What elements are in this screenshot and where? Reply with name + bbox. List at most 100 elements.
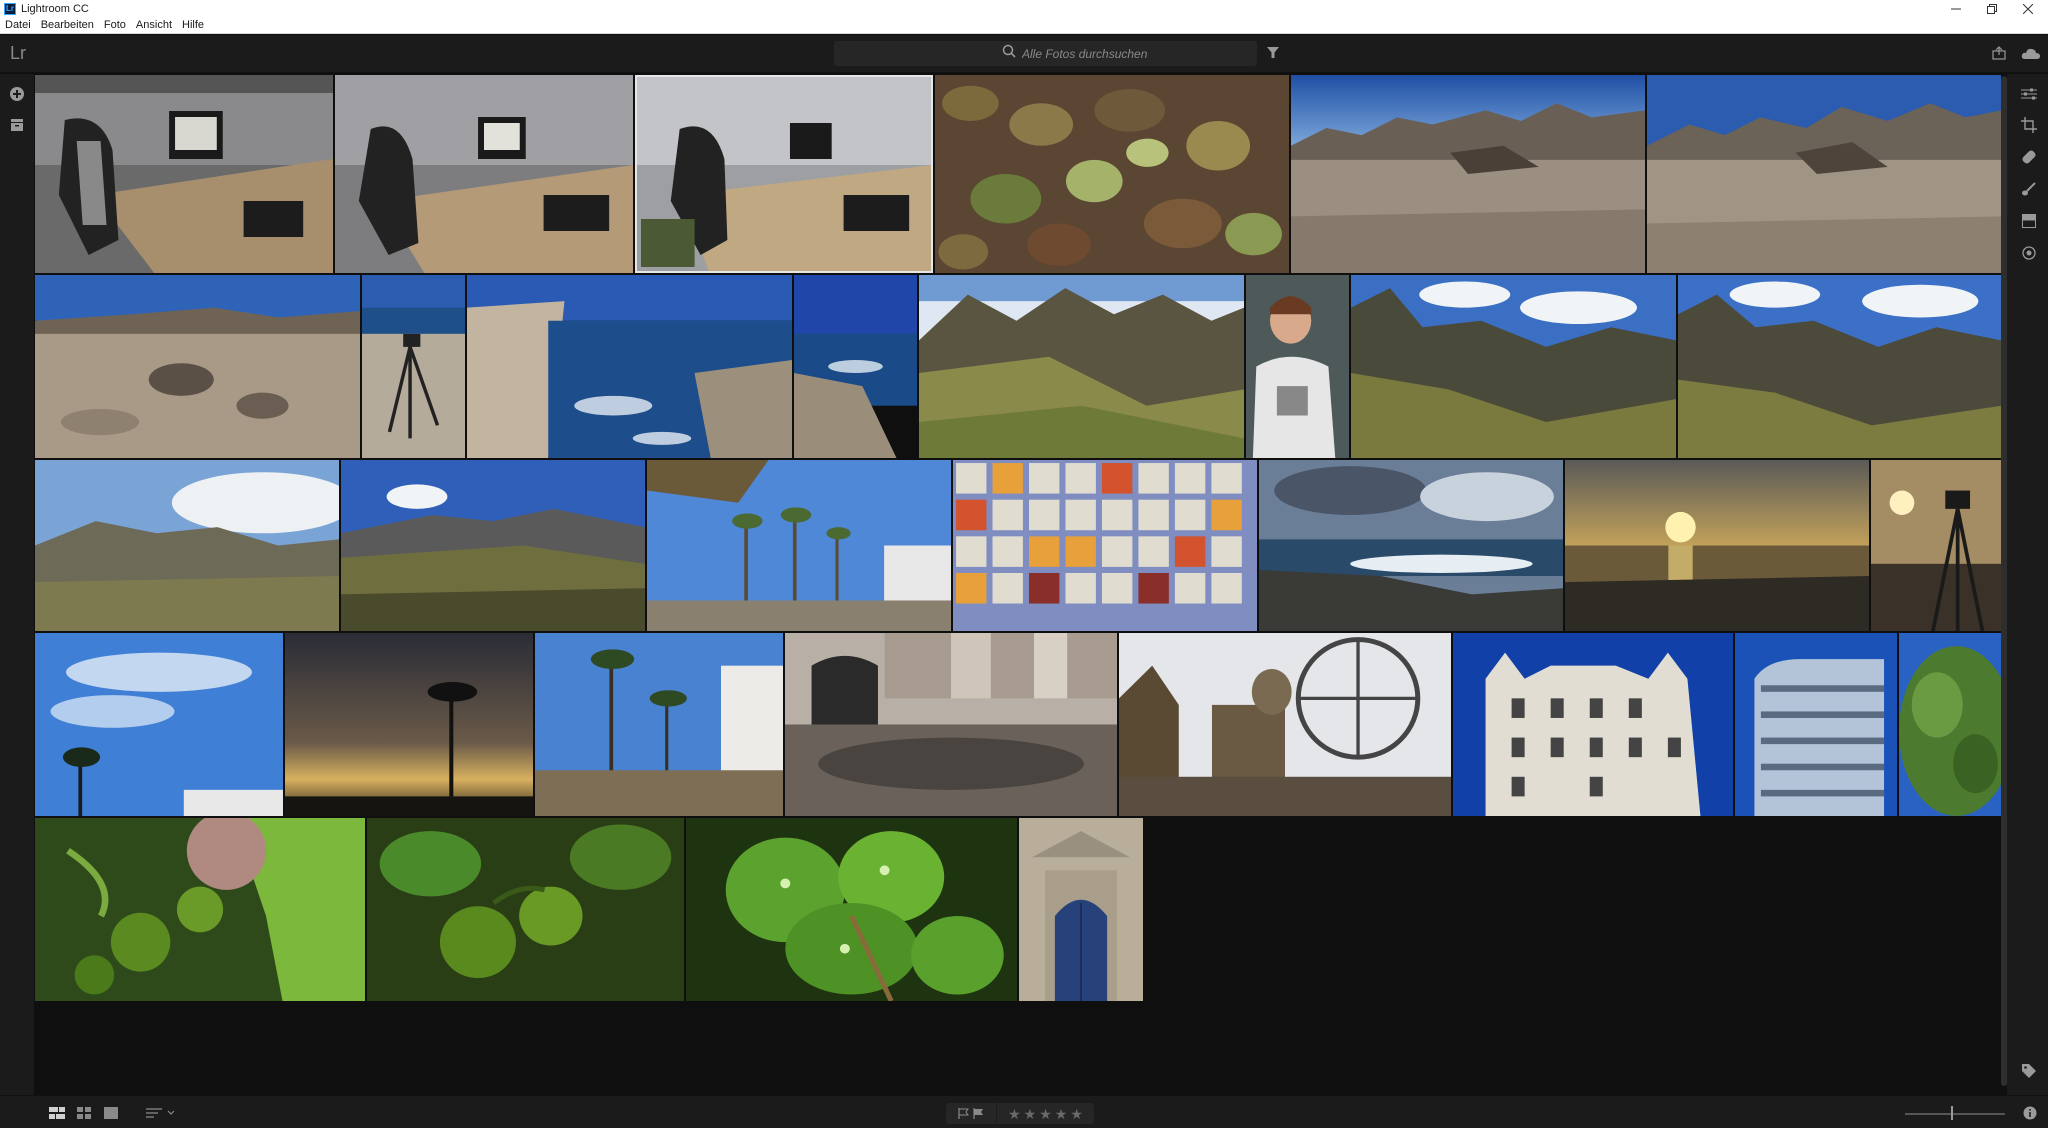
sort-button[interactable] <box>143 1104 179 1122</box>
volcanic-desert-1-thumbnail <box>1291 75 1645 273</box>
sort-icon <box>146 1108 175 1118</box>
crop-button[interactable] <box>2019 115 2039 135</box>
menu-foto[interactable]: Foto <box>104 19 126 31</box>
palm-silhouette-sunset-thumbnail <box>285 633 533 816</box>
star-4[interactable]: ★ <box>1055 1107 1068 1121</box>
photo-tile[interactable] <box>1291 75 1645 273</box>
info-button[interactable] <box>2020 1103 2040 1123</box>
photo-tile[interactable] <box>285 633 533 816</box>
maximize-button[interactable] <box>1974 0 2010 17</box>
menu-ansicht[interactable]: Ansicht <box>136 19 172 31</box>
crop-icon <box>2021 117 2037 133</box>
ornate-building-thumbnail <box>1453 633 1733 816</box>
square-grid-icon <box>77 1107 91 1119</box>
volcanic-desert-2-thumbnail <box>1647 75 2001 273</box>
photo-tile[interactable] <box>467 275 792 458</box>
thumbnail-size-slider[interactable] <box>1905 1113 2005 1115</box>
photo-tile[interactable] <box>1565 460 1869 631</box>
radial-gradient-button[interactable] <box>2019 243 2039 263</box>
hills-clouds-thumbnail <box>35 460 339 631</box>
reject-flag-icon[interactable] <box>973 1108 984 1119</box>
star-3[interactable]: ★ <box>1039 1107 1052 1121</box>
brush-icon <box>2022 182 2036 196</box>
search-input[interactable] <box>1022 41 1242 66</box>
star-2[interactable]: ★ <box>1024 1107 1037 1121</box>
photo-tile[interactable] <box>1899 633 2001 816</box>
photo-tile[interactable] <box>919 275 1244 458</box>
photo-tile[interactable] <box>335 75 633 273</box>
detail-view-button[interactable] <box>102 1104 120 1122</box>
flag-group <box>946 1103 996 1124</box>
photo-grid-view-button[interactable] <box>48 1104 66 1122</box>
photo-tile[interactable] <box>35 633 283 816</box>
library-button[interactable] <box>7 115 27 135</box>
share-icon <box>1992 46 2006 60</box>
photo-tile[interactable] <box>35 75 333 273</box>
mountain-ridge-clouds-1-thumbnail <box>1351 275 1676 458</box>
camera-tripod-coast-thumbnail <box>362 275 465 458</box>
photo-tile[interactable] <box>35 818 365 1001</box>
right-rail <box>2007 74 2048 1095</box>
radial-gradient-icon <box>2022 246 2036 260</box>
green-tomatoes-2-thumbnail <box>367 818 684 1001</box>
photo-tile[interactable] <box>1259 460 1563 631</box>
photo-tile[interactable] <box>535 633 783 816</box>
window-titlebar: Lr Lightroom CC <box>0 0 2048 17</box>
photo-tile[interactable] <box>953 460 1257 631</box>
pick-flag-icon[interactable] <box>958 1108 969 1119</box>
photo-tile[interactable] <box>1647 75 2001 273</box>
square-grid-view-button[interactable] <box>75 1104 93 1122</box>
slider-handle[interactable] <box>1951 1106 1953 1120</box>
star-1[interactable]: ★ <box>1008 1107 1021 1121</box>
photo-tile[interactable] <box>35 275 360 458</box>
photo-grid-icon <box>49 1107 65 1119</box>
photo-tile[interactable] <box>1119 633 1451 816</box>
photo-tile[interactable] <box>1453 633 1733 816</box>
healing-icon <box>2022 150 2036 164</box>
close-button[interactable] <box>2010 0 2046 17</box>
town-square-concert-thumbnail <box>785 633 1117 816</box>
photo-tile[interactable] <box>1871 460 2001 631</box>
minimize-icon <box>1951 8 1961 9</box>
modern-curved-building-thumbnail <box>1735 633 1897 816</box>
photo-tile[interactable] <box>785 633 1117 816</box>
photo-tile[interactable] <box>686 818 1017 1001</box>
healing-button[interactable] <box>2019 147 2039 167</box>
photo-tile[interactable] <box>647 460 951 631</box>
photo-tile[interactable] <box>35 460 339 631</box>
photo-tile[interactable] <box>362 275 465 458</box>
app-header: Lr <box>0 35 2048 73</box>
mountain-ridge-clouds-2-thumbnail <box>1678 275 2001 458</box>
green-mountain-valley-thumbnail <box>919 275 1244 458</box>
wet-leaves-thumbnail <box>686 818 1017 1001</box>
woman-portrait-thumbnail <box>1246 275 1349 458</box>
photo-tile[interactable] <box>794 275 917 458</box>
photo-tile[interactable] <box>341 460 645 631</box>
brush-button[interactable] <box>2019 179 2039 199</box>
green-tomatoes-1-thumbnail <box>35 818 365 1001</box>
share-button[interactable] <box>1990 44 2008 62</box>
edit-button[interactable] <box>2019 84 2039 104</box>
menu-hilfe[interactable]: Hilfe <box>182 19 204 31</box>
photo-tile[interactable] <box>1735 633 1897 816</box>
add-photos-button[interactable] <box>7 84 27 104</box>
autumn-leaves-thumbnail <box>935 75 1289 273</box>
menu-bearbeiten[interactable]: Bearbeiten <box>41 19 94 31</box>
tag-button[interactable] <box>2019 1061 2039 1081</box>
photo-tile[interactable] <box>1678 275 2001 458</box>
photo-tile[interactable] <box>635 75 933 273</box>
photo-tile[interactable] <box>1019 818 1143 1001</box>
filter-button[interactable] <box>1265 45 1281 61</box>
minimize-button[interactable] <box>1938 0 1974 17</box>
desk-gaming-chair-3-thumbnail <box>635 75 933 273</box>
linear-gradient-button[interactable] <box>2019 211 2039 231</box>
photo-tile[interactable] <box>1246 275 1349 458</box>
cloud-sync-button[interactable] <box>2020 44 2042 62</box>
photo-tile[interactable] <box>935 75 1289 273</box>
star-5[interactable]: ★ <box>1070 1107 1083 1121</box>
volcano-hillside-thumbnail <box>341 460 645 631</box>
menu-datei[interactable]: Datei <box>5 19 31 31</box>
photo-tile[interactable] <box>367 818 684 1001</box>
bottom-toolbar: ★ ★ ★ ★ ★ <box>0 1095 2048 1128</box>
photo-tile[interactable] <box>1351 275 1676 458</box>
